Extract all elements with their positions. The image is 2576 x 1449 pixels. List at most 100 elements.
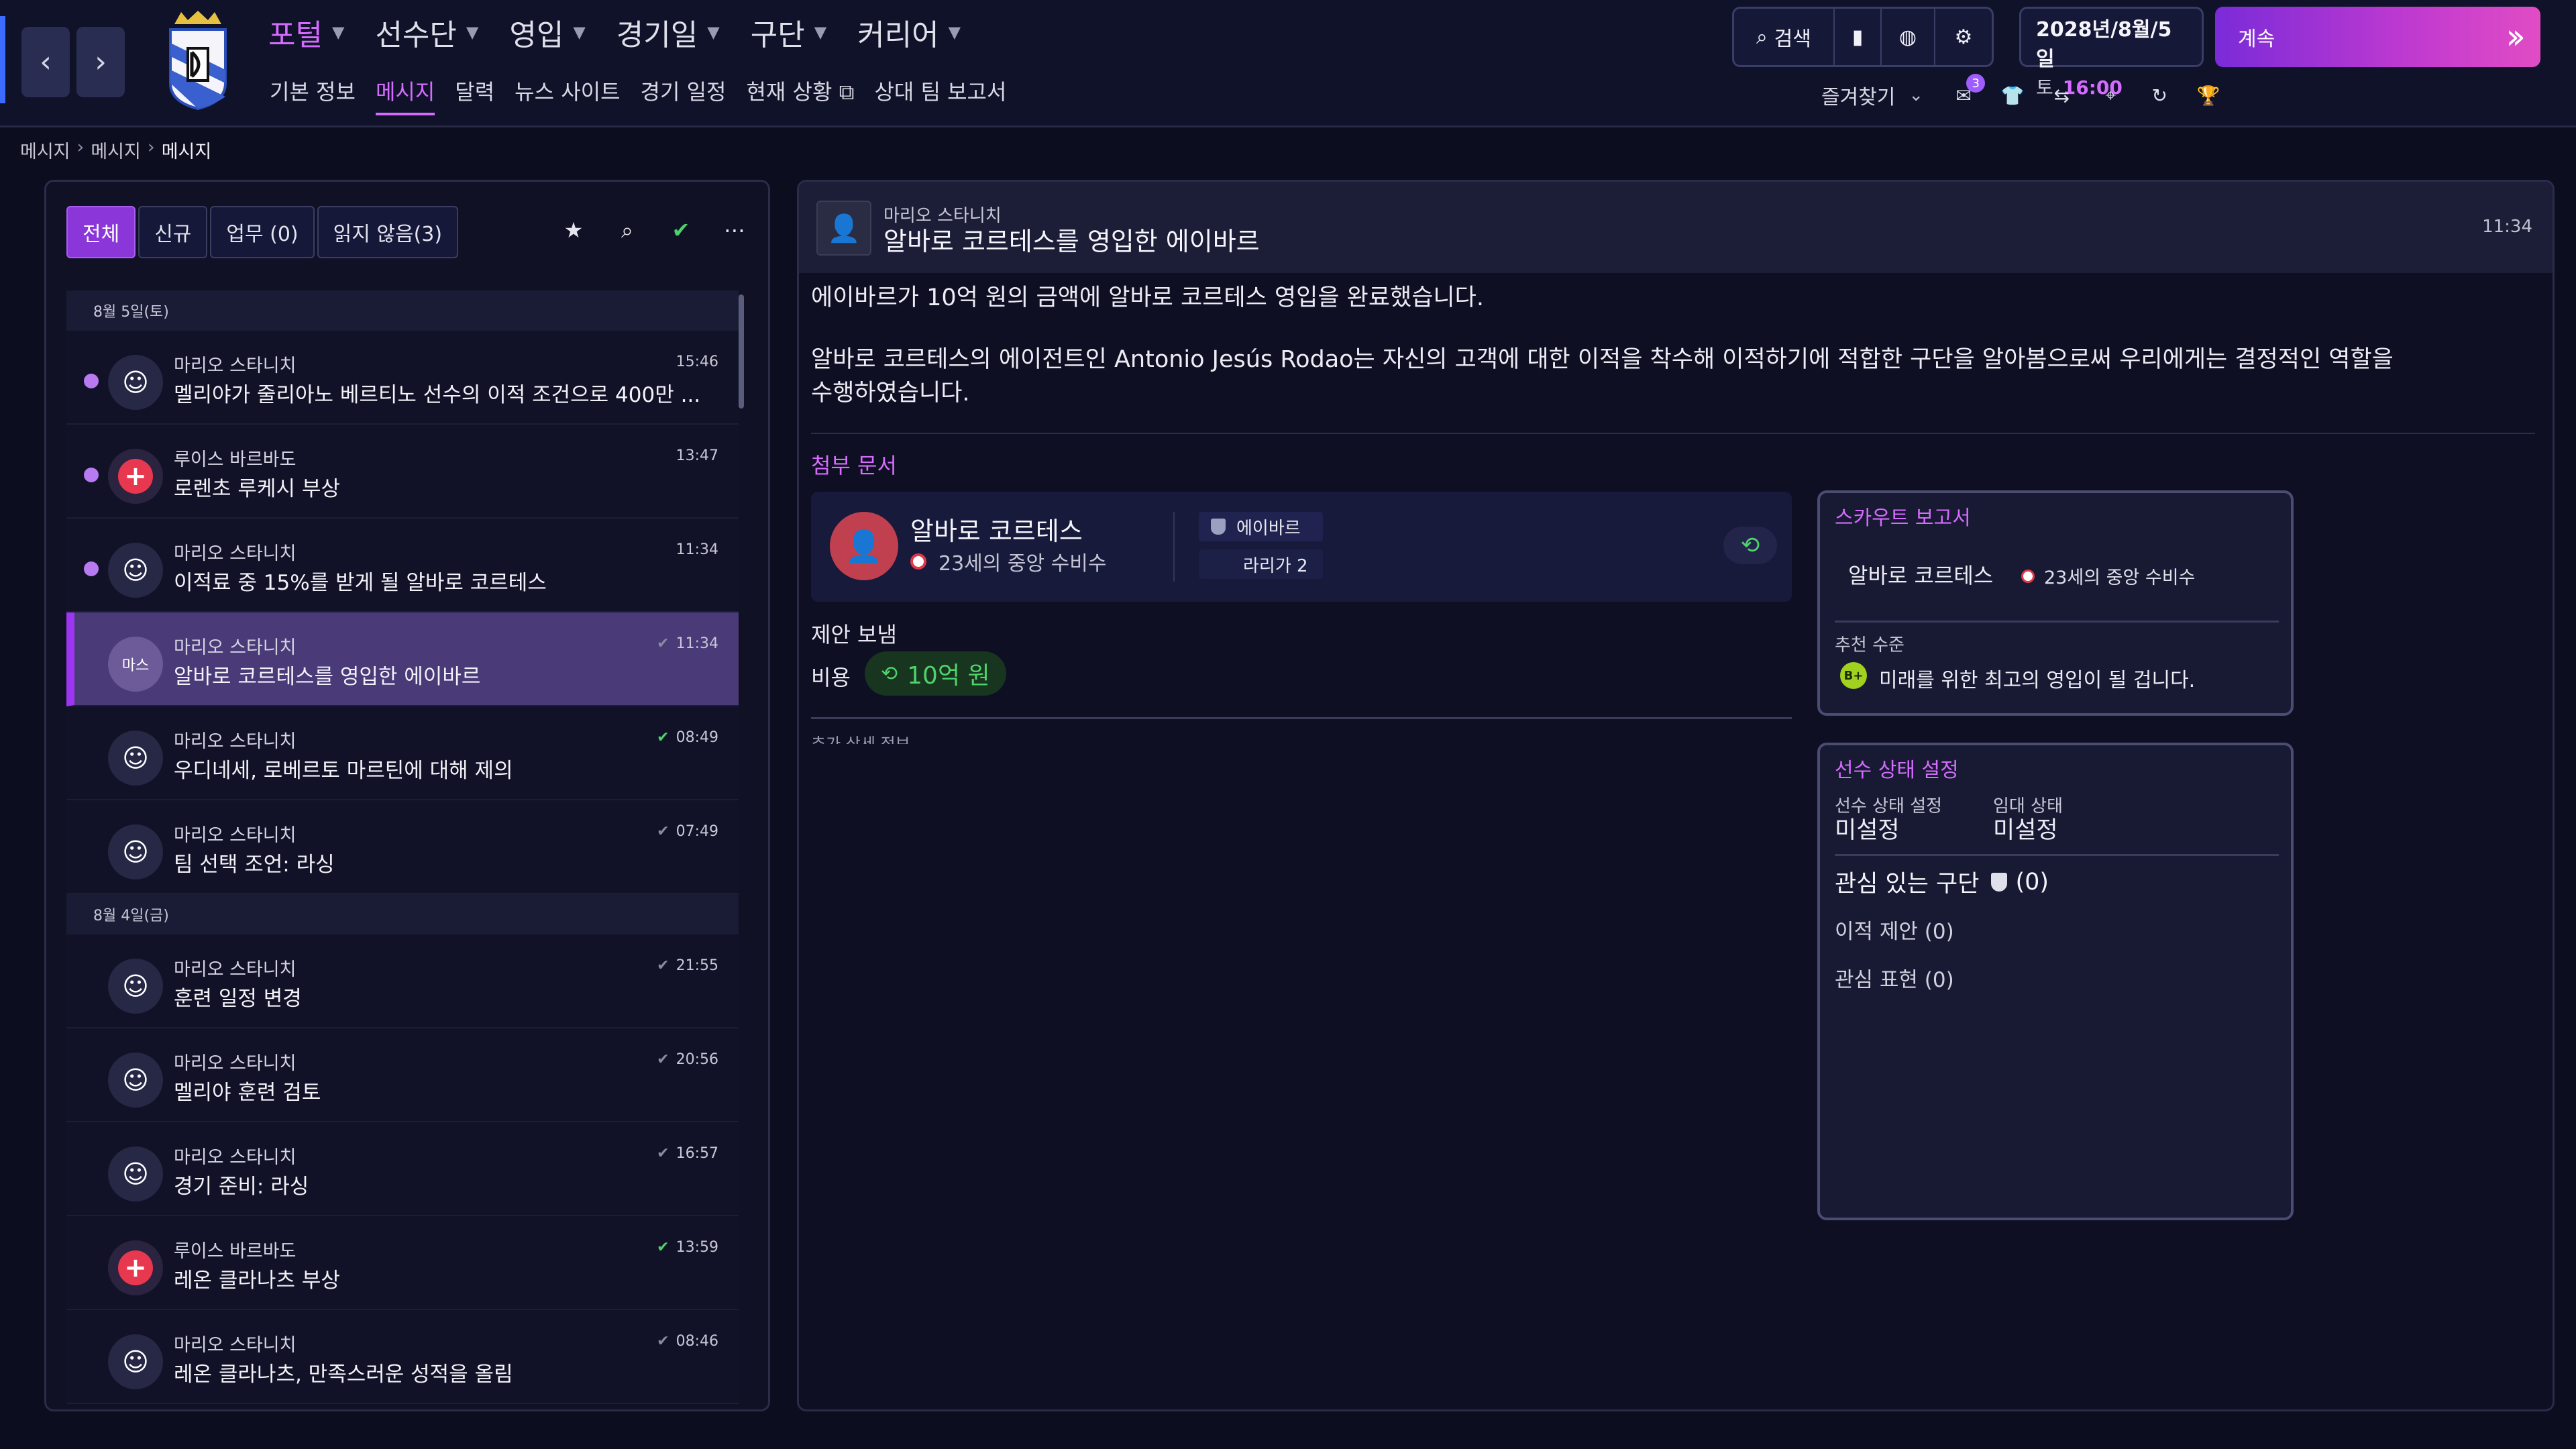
player-name[interactable]: 알바로 코르테스 <box>910 511 1083 547</box>
scout-icon[interactable]: ⌖ <box>2097 82 2124 109</box>
message-sender: 마리오 스타니치 <box>174 825 297 846</box>
message-row[interactable]: ☺ 마리오 스타니치 멜리야 훈련 검토 ✔ 20:56 <box>66 1028 739 1122</box>
breadcrumb: 메시지 › 메시지 › 메시지 <box>20 137 211 163</box>
message-sender: 마리오 스타니치 <box>174 1147 297 1168</box>
gear-icon: ⚙ <box>1954 25 1973 49</box>
player-league[interactable]: 라리가 2 <box>1199 549 1323 579</box>
loan-status-value[interactable]: 미설정 <box>1993 811 2058 845</box>
message-row[interactable]: 마스 마리오 스타니치 알바로 코르테스를 영입한 에이바르 ✔ 11:34 <box>66 612 739 706</box>
player-avatar: 👤 <box>830 512 898 580</box>
filter-unread[interactable]: 읽지 않음(3) <box>317 206 459 258</box>
tab-standings[interactable]: 현재 상황 ⧉ <box>746 75 854 115</box>
tab-messages[interactable]: 메시지 <box>375 75 435 115</box>
breadcrumb-item[interactable]: 메시지 <box>20 137 70 163</box>
message-row[interactable]: ☺ 마리오 스타니치 이적료 중 15%를 받게 될 알바로 코르테스 11:34 <box>66 519 739 612</box>
sender-avatar: 👤 <box>816 201 871 256</box>
staff-icon: ☺ <box>108 543 163 598</box>
menu-label: 구단 <box>750 18 805 52</box>
scout-report-title[interactable]: 스카우트 보고서 <box>1835 501 1971 531</box>
message-sender: 마리오 스타니치 <box>174 356 297 376</box>
message-time: 13:47 <box>676 447 718 464</box>
player-status-card: 선수 상태 설정 선수 상태 설정 미설정 임대 상태 미설정 관심 있는 구단… <box>1817 743 2294 1220</box>
menu-transfers[interactable]: 영입 ▼ <box>509 12 585 52</box>
message-row[interactable]: ☺ 마리오 스타니치 팀 선택 조언: 라싱 ✔ 07:49 <box>66 800 739 894</box>
player-status-title: 선수 상태 설정 <box>1835 759 1959 782</box>
body-paragraph: 알바로 코르테스의 에이전트인 Antonio Jesús Rodao는 자신의… <box>811 346 2394 407</box>
unread-dot <box>84 468 99 482</box>
cost-label: 비용 <box>811 665 851 690</box>
inbox-panel: 전체 신규 업무 (0) 읽지 않음(3) ★ ⌕ ✔ ⋯ 8월 5일(토) ☺ 마… <box>44 180 770 1411</box>
message-row[interactable]: ☺ 마리오 스타니치 멜리야가 줄리아노 베르티노 선수의 이적 조건으로 400만… <box>66 331 739 425</box>
filter-all[interactable]: 전체 <box>66 206 136 258</box>
player-club[interactable]: 에이바르 <box>1199 512 1323 541</box>
more-icon[interactable]: ⋯ <box>721 217 748 244</box>
search-button[interactable]: ⌕ 검색 <box>1734 9 1835 65</box>
notes-button[interactable]: ▮ <box>1835 9 1882 65</box>
trophy-icon[interactable]: 🏆 <box>2195 82 2222 109</box>
message-time: 11:34 <box>676 541 718 558</box>
message-time: ✔ 08:49 <box>657 729 718 746</box>
message-row[interactable]: ☺ 마리오 스타니치 우디네세, 로베르토 마르틴에 대해 제의 ✔ 08:49 <box>66 706 739 800</box>
favorites-label[interactable]: 즐겨찾기 <box>1821 80 1895 110</box>
menu-matchday[interactable]: 경기일 ▼ <box>616 12 720 52</box>
search-icon[interactable]: ⌕ <box>614 217 641 244</box>
continue-button[interactable]: 계속 ›› <box>2215 7 2540 67</box>
message-subject: 레온 클라나츠 부상 <box>174 1269 340 1293</box>
mark-all-read-icon[interactable]: ✔ <box>667 217 694 244</box>
staff-icon: ☺ <box>108 959 163 1014</box>
inbox-icon[interactable]: ✉ 3 <box>1950 74 1986 109</box>
message-time-text: 11:34 <box>676 541 718 558</box>
date-box[interactable]: 2028년/8월/5일 토 16:00 <box>2019 7 2204 99</box>
player-card[interactable]: 👤 알바로 코르테스 23세의 중앙 수비수 에이바르 라리가 2 ⟲ <box>811 492 1792 602</box>
message-row[interactable]: + 루이스 바르바도 로렌초 루케시 부상 13:47 <box>66 425 739 519</box>
transfer-icon[interactable]: ⇆ <box>2048 82 2075 109</box>
menu-squad[interactable]: 선수단 ▼ <box>375 12 478 52</box>
message-row[interactable]: + 루이스 바르바도 레온 클라나츠 부상 ✔ 13:59 <box>66 1216 739 1310</box>
tab-news[interactable]: 뉴스 사이트 <box>515 75 620 115</box>
message-time-text: 15:46 <box>676 354 718 370</box>
status-value[interactable]: 미설정 <box>1835 811 1900 845</box>
club-crest-logo[interactable] <box>161 9 235 110</box>
chevron-down-icon[interactable]: ⌄ <box>1909 85 1923 105</box>
nationality-flag-icon <box>2021 569 2035 583</box>
transfer-status-button[interactable]: ⟲ <box>1723 527 1777 564</box>
scout-player-name[interactable]: 알바로 코르테스 <box>1848 559 1993 590</box>
forward-button[interactable]: › <box>76 27 125 97</box>
message-time-text: 16:57 <box>676 1145 718 1162</box>
chevron-right-icon: › <box>95 45 107 79</box>
menu-career[interactable]: 커리어 ▼ <box>857 12 961 52</box>
chevron-down-icon: ▼ <box>948 23 961 42</box>
message-row[interactable]: ☺ 마리오 스타니치 훈련 일정 변경 ✔ 21:55 <box>66 934 739 1028</box>
filter-tasks[interactable]: 업무 (0) <box>210 206 315 258</box>
back-button[interactable]: ‹ <box>21 27 70 97</box>
person-icon: 👤 <box>845 527 883 564</box>
extra-details-label[interactable]: 추가 상세 정보 <box>811 731 910 744</box>
offer-sent-label: 제안 보냄 <box>811 622 897 647</box>
menu-portal[interactable]: 포털 ▼ <box>268 12 344 52</box>
shirt-icon[interactable]: 👕 <box>1999 82 2026 109</box>
world-button[interactable]: ◍ <box>1882 9 1935 65</box>
tab-opponent-report[interactable]: 상대 팀 보고서 <box>874 75 1006 115</box>
message-row[interactable]: ☺ 마리오 스타니치 경기 준비: 라싱 ✔ 16:57 <box>66 1122 739 1216</box>
menu-club[interactable]: 구단 ▼ <box>751 12 826 52</box>
message-sender: 마리오 스타니치 <box>174 959 297 980</box>
chevron-down-icon: ▼ <box>466 23 479 42</box>
refresh-icon[interactable]: ↻ <box>2146 82 2173 109</box>
scrollbar[interactable] <box>739 294 744 409</box>
breadcrumb-item[interactable]: 메시지 <box>91 137 141 163</box>
scout-player-position: 23세의 중앙 수비수 <box>2021 563 2195 589</box>
recommendation-text: 미래를 위한 최고의 영입이 될 겁니다. <box>1879 669 2196 692</box>
divider <box>811 717 1792 719</box>
filter-new[interactable]: 신규 <box>138 206 208 258</box>
tab-fixtures[interactable]: 경기 일정 <box>641 75 727 115</box>
tab-overview[interactable]: 기본 정보 <box>270 75 356 115</box>
star-icon[interactable]: ★ <box>560 217 587 244</box>
search-icon: ⌕ <box>1756 25 1768 49</box>
message-time: ✔ 20:56 <box>657 1051 718 1068</box>
double-chevron-right-icon: ›› <box>2506 17 2525 57</box>
tab-calendar[interactable]: 달력 <box>455 75 494 115</box>
person-icon: 👤 <box>827 213 861 244</box>
transfer-cycle-icon: ⟲ <box>1740 532 1760 559</box>
settings-button[interactable]: ⚙ <box>1935 9 1992 65</box>
message-row[interactable]: ☺ 마리오 스타니치 레온 클라나츠, 만족스러운 성적을 올림 ✔ 08:46 <box>66 1310 739 1404</box>
